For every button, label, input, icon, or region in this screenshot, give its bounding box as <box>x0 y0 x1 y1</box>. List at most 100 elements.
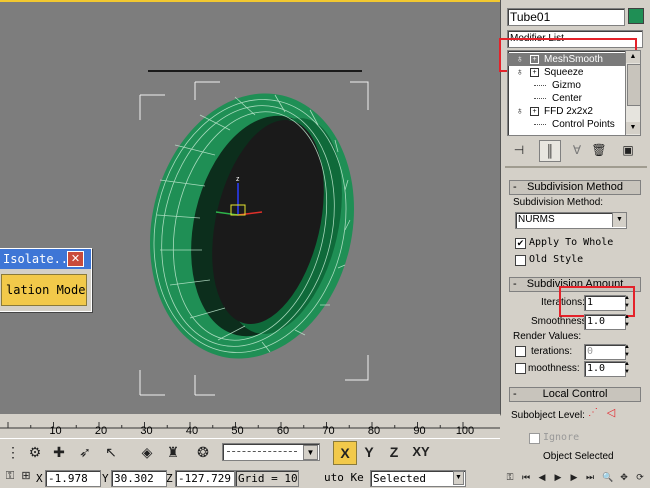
lightbulb-icon[interactable]: ♁ <box>516 66 524 79</box>
object-color-swatch[interactable] <box>628 8 644 24</box>
subdivision-method-header-label: Subdivision Method <box>526 181 623 193</box>
lightbulb-icon[interactable]: ♁ <box>516 53 524 66</box>
render-smoothness-field[interactable]: 1.0 <box>584 361 626 377</box>
chevron-up-icon[interactable]: ▲ <box>626 51 640 63</box>
isolate-dialog-titlebar[interactable]: Isolate... ✕ <box>0 249 91 269</box>
apply-to-whole-checkbox[interactable]: ✔ <box>515 238 526 249</box>
close-icon[interactable]: ✕ <box>67 251 84 267</box>
ruler-label: 90 <box>413 425 426 437</box>
chevron-down-icon[interactable]: ▼ <box>453 471 464 485</box>
render-smoothness-spinner[interactable]: ▲ ▼ <box>623 361 631 377</box>
pin-stack-icon[interactable]: ⊣ <box>509 140 529 160</box>
lightbulb-icon[interactable]: ♁ <box>516 105 524 118</box>
hierarchy-icon[interactable]: ♜ <box>162 441 184 463</box>
ruler-label: 10 <box>49 425 62 437</box>
modifier-item[interactable]: ♁ + MeshSmooth <box>508 53 626 66</box>
key-filter-selected-dropdown[interactable]: Selected <box>370 470 466 487</box>
grid-readout: Grid = 10. <box>235 470 299 487</box>
selection-set-dropdown[interactable]: ▼ <box>222 443 320 461</box>
smoothness-label: Smoothness: <box>531 316 590 327</box>
perspective-viewport[interactable]: z Isolate... ✕ lation Mode <box>0 0 501 416</box>
render-iterations-field[interactable]: 0 <box>584 344 626 360</box>
ruler-label: 20 <box>94 425 108 437</box>
subdivision-method-header[interactable]: - Subdivision Method <box>509 180 641 195</box>
expand-icon[interactable]: + <box>530 107 539 116</box>
z-coordinate-field[interactable]: -127.729 <box>175 470 235 487</box>
modifier-label: Control Points <box>552 119 615 130</box>
modifier-subitem[interactable]: Control Points <box>508 118 626 131</box>
time-ruler[interactable]: 10 20 30 40 50 60 70 80 90 100 <box>0 414 500 438</box>
modifier-label: MeshSmooth <box>544 54 603 65</box>
play-icon[interactable]: ▶ <box>551 468 565 486</box>
keymode-icon[interactable]: ⋮ <box>2 441 24 463</box>
rotate-icon[interactable]: ➶ <box>74 441 96 463</box>
expand-icon[interactable]: + <box>530 68 539 77</box>
orbit-icon[interactable]: ⟳ <box>633 468 647 486</box>
smoothness-field[interactable]: 1.0 <box>584 314 626 330</box>
remove-modifier-icon[interactable]: 🗑 <box>589 140 609 160</box>
select-object-icon[interactable]: ↖ <box>100 441 122 463</box>
make-unique-icon[interactable]: ∀ <box>567 140 587 160</box>
modifier-label: Center <box>552 93 583 104</box>
panel-divider <box>505 166 647 168</box>
old-style-checkbox[interactable] <box>515 255 526 266</box>
lock-icon[interactable]: ⚿ <box>2 466 18 486</box>
move-icon[interactable]: ✚ <box>48 441 70 463</box>
subdivision-method-dropdown[interactable]: NURMS ▼ <box>515 212 627 229</box>
go-to-end-icon[interactable]: ⏭ <box>583 468 597 486</box>
svg-text:z: z <box>236 176 240 183</box>
modifier-stack-scrollbar[interactable]: ▲ ▼ <box>625 50 641 136</box>
modifier-subitem[interactable]: Center <box>508 92 626 105</box>
subdivision-method-value: NURMS <box>518 214 555 225</box>
render-iterations-checkbox[interactable] <box>515 346 526 357</box>
smoothness-spinner[interactable]: ▲ ▼ <box>623 314 631 330</box>
configure-sets-icon[interactable]: ▣ <box>617 140 639 160</box>
ignore-label: Ignore <box>543 432 580 443</box>
modifier-item[interactable]: ♁ + Squeeze <box>508 66 626 79</box>
local-control-header[interactable]: - Local Control <box>509 387 641 402</box>
chevron-down-icon[interactable]: ▼ <box>626 122 640 134</box>
axis-xy-button[interactable]: XY <box>408 441 434 463</box>
axis-x-button[interactable]: X <box>333 441 357 465</box>
y-coordinate-field[interactable]: 30.302 <box>111 470 167 487</box>
modifier-item[interactable]: ♁ + FFD 2x2x2 <box>508 105 626 118</box>
next-frame-icon[interactable]: ▶ <box>567 468 581 486</box>
ignore-backfacing-checkbox[interactable] <box>529 433 540 444</box>
playback-controls: ⚿ ⏮ ◀ ▶ ▶ ⏭ 🔍 ✥ ⟳ <box>501 468 650 488</box>
axis-y-button[interactable]: Y <box>358 441 380 463</box>
previous-frame-icon[interactable]: ◀ <box>535 468 549 486</box>
auto-key-button[interactable]: uto Ke <box>324 470 368 485</box>
select-link-icon[interactable]: ⚙ <box>24 441 46 463</box>
tree-branch-line <box>534 98 546 99</box>
key-icon[interactable]: ⚿ <box>503 468 517 486</box>
snap-icon[interactable]: ❂ <box>192 441 214 463</box>
absolute-mode-icon[interactable]: ⊞ <box>18 466 34 486</box>
zoom-icon[interactable]: 🔍 <box>601 468 615 486</box>
expand-icon[interactable]: + <box>530 55 539 64</box>
vertex-level-icon[interactable]: ⋰ <box>585 406 601 420</box>
modifier-subitem[interactable]: Gizmo <box>508 79 626 92</box>
object-name-field[interactable]: Tube01 <box>507 8 625 26</box>
show-end-result-icon[interactable]: ║ <box>539 140 561 162</box>
old-style-label: Old Style <box>529 254 584 265</box>
pan-icon[interactable]: ✥ <box>617 468 631 486</box>
ruler-label: 70 <box>322 425 335 437</box>
chevron-down-icon[interactable]: ▼ <box>303 445 318 460</box>
tree-branch-line <box>534 124 546 125</box>
edge-level-icon[interactable]: ◁ <box>603 406 619 420</box>
ruler-label: 30 <box>140 425 153 437</box>
scroll-thumb[interactable] <box>627 64 641 106</box>
modifier-stack[interactable]: ♁ + MeshSmooth ♁ + Squeeze Gizmo Center ♁ + FFD 2x… <box>507 50 627 136</box>
render-smoothness-checkbox[interactable] <box>515 363 526 374</box>
exit-isolation-button[interactable]: lation Mode <box>1 274 87 306</box>
render-iterations-spinner[interactable]: ▲ ▼ <box>623 344 631 360</box>
axis-z-button[interactable]: Z <box>383 441 405 463</box>
go-to-start-icon[interactable]: ⏮ <box>519 468 533 486</box>
modifier-label: Squeeze <box>544 67 584 78</box>
x-coordinate-field[interactable]: -1.978 <box>45 470 101 487</box>
status-bar: ⚿ ⊞ X: -1.978 Y: 30.302 Z: -127.729 Grid… <box>0 466 500 488</box>
ruler-label: 40 <box>185 425 199 437</box>
box-icon[interactable]: ◈ <box>136 441 158 463</box>
render-values-label: Render Values: <box>513 331 582 342</box>
chevron-down-icon[interactable]: ▼ <box>612 213 626 227</box>
